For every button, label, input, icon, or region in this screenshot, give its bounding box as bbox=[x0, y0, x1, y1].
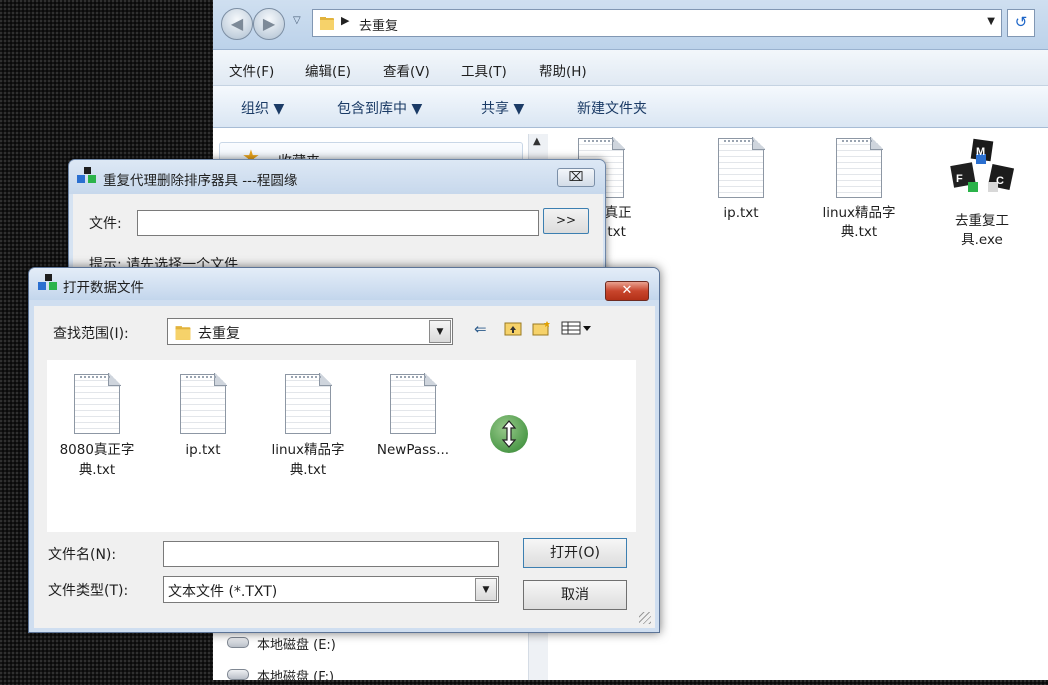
text-file-icon bbox=[180, 373, 227, 434]
dialog-file-newpass[interactable]: NewPass... bbox=[363, 373, 463, 460]
dialog-file-8080[interactable]: 8080真正字 典.txt bbox=[47, 373, 147, 480]
menu-file[interactable]: 文件(F) bbox=[229, 60, 274, 80]
file-caption-line: 典.txt bbox=[289, 462, 327, 478]
include-in-library-button[interactable]: 包含到库中 ▼ bbox=[337, 98, 422, 118]
file-caption-line: 典.txt bbox=[78, 462, 116, 478]
file-caption-line: 具.exe bbox=[961, 232, 1003, 248]
folder-icon bbox=[320, 17, 334, 30]
close-button[interactable]: ✕ bbox=[605, 281, 649, 301]
file-item-linux[interactable]: linux精品字 典.txt bbox=[809, 137, 909, 242]
file-caption-line: ip.txt bbox=[723, 205, 759, 221]
file-caption-line: linux精品字 bbox=[822, 205, 896, 221]
menu-bar: 文件(F) 编辑(E) 查看(V) 工具(T) 帮助(H) bbox=[213, 50, 1048, 86]
forward-button[interactable]: ▶ bbox=[253, 8, 285, 40]
back-button[interactable]: ◀ bbox=[221, 8, 253, 40]
file-caption-line: 8080真正字 bbox=[59, 442, 135, 458]
text-file-icon bbox=[285, 373, 332, 434]
organize-button[interactable]: 组织 ▼ bbox=[241, 98, 284, 118]
hard-drive-icon bbox=[227, 637, 249, 648]
new-folder-button[interactable]: 新建文件夹 bbox=[577, 98, 647, 118]
address-dropdown-icon[interactable]: ▼ bbox=[987, 16, 995, 27]
file-caption: linux精品字 典.txt bbox=[809, 204, 909, 242]
dialog-title: 打开数据文件 bbox=[63, 280, 144, 296]
filetype-value: 文本文件 (*.TXT) bbox=[168, 584, 278, 600]
file-caption: NewPass... bbox=[363, 440, 463, 460]
dialog-titlebar[interactable]: 重复代理删除排序器具 ---程圆缘 ⌧ bbox=[69, 160, 605, 194]
file-caption-line: 典.txt bbox=[840, 224, 878, 240]
app-icon bbox=[77, 167, 96, 183]
dialog-file-linux[interactable]: linux精品字 典.txt bbox=[258, 373, 358, 480]
filetype-select[interactable]: 文本文件 (*.TXT) ▼ bbox=[163, 576, 499, 603]
file-item-ip[interactable]: ip.txt bbox=[691, 137, 791, 223]
dialog-title: 重复代理删除排序器具 ---程圆缘 bbox=[103, 173, 298, 189]
menu-view[interactable]: 查看(V) bbox=[383, 60, 430, 80]
svg-text:C: C bbox=[996, 175, 1004, 187]
menu-help[interactable]: 帮助(H) bbox=[539, 60, 587, 80]
breadcrumb-separator-icon: ▶ bbox=[341, 14, 350, 27]
up-folder-icon[interactable] bbox=[504, 320, 522, 340]
close-button[interactable]: ⌧ bbox=[557, 168, 595, 187]
file-caption-line: ip.txt bbox=[185, 442, 221, 458]
file-caption: 去重复工具.exe bbox=[932, 212, 1032, 250]
new-folder-icon[interactable] bbox=[532, 320, 552, 340]
dialog-titlebar[interactable]: 打开数据文件 ✕ bbox=[29, 268, 659, 301]
recent-pages-dropdown-icon[interactable]: ▽ bbox=[293, 15, 301, 26]
file-caption: linux精品字 典.txt bbox=[258, 440, 358, 480]
explorer-address-bar-area: ◀ ▶ ▽ ▶ 去重复 ▼ ↺ bbox=[213, 0, 1048, 50]
scroll-up-icon[interactable]: ▲ bbox=[533, 136, 541, 147]
cancel-button[interactable]: 取消 bbox=[523, 580, 627, 610]
text-file-icon bbox=[836, 137, 883, 198]
look-in-label: 查找范围(I): bbox=[53, 326, 129, 342]
svg-text:F: F bbox=[956, 173, 963, 185]
filename-label: 文件名(N): bbox=[48, 547, 117, 563]
view-menu-icon[interactable] bbox=[561, 320, 593, 340]
address-path: 去重复 bbox=[359, 19, 399, 34]
address-bar[interactable]: ▶ 去重复 ▼ bbox=[312, 9, 1002, 37]
chevron-down-icon[interactable]: ▼ bbox=[429, 320, 451, 343]
file-path-input[interactable] bbox=[137, 210, 539, 236]
share-button[interactable]: 共享 ▼ bbox=[481, 98, 524, 118]
open-file-dialog: 打开数据文件 ✕ 查找范围(I): 去重复 ▼ ⇐ 8080真正字典.txt bbox=[28, 267, 660, 633]
text-file-icon bbox=[390, 373, 437, 434]
back-arrow-icon[interactable]: ⇐ bbox=[474, 320, 487, 338]
file-caption: 8080真正字典.txt bbox=[47, 440, 147, 480]
file-item-dedup-exe[interactable]: M F C 去重复工具.exe bbox=[932, 138, 1032, 250]
drive-f-label: 本地磁盘 (F:) bbox=[257, 670, 335, 685]
menu-edit[interactable]: 编辑(E) bbox=[305, 60, 351, 80]
dialog-file-ip[interactable]: ip.txt bbox=[153, 373, 253, 460]
file-label: 文件: bbox=[89, 216, 122, 232]
drive-e-label: 本地磁盘 (E:) bbox=[257, 638, 336, 653]
file-caption-line: linux精品字 bbox=[271, 442, 345, 458]
look-in-value: 去重复 bbox=[198, 326, 240, 342]
hard-drive-icon bbox=[227, 669, 249, 680]
folder-icon bbox=[175, 326, 191, 340]
file-caption: ip.txt bbox=[691, 204, 791, 223]
dialog-body: 查找范围(I): 去重复 ▼ ⇐ 8080真正字 典.txt ip.txt li… bbox=[34, 306, 655, 628]
browse-button[interactable]: >> bbox=[543, 208, 589, 234]
resize-cursor-icon bbox=[490, 415, 528, 453]
resize-grip-icon[interactable] bbox=[639, 612, 651, 624]
command-bar: 组织 ▼ 包含到库中 ▼ 共享 ▼ 新建文件夹 bbox=[213, 86, 1048, 128]
refresh-button[interactable]: ↺ bbox=[1007, 9, 1035, 37]
file-caption-line: NewPass... bbox=[376, 442, 450, 458]
text-file-icon bbox=[74, 373, 121, 434]
mfc-app-icon: M F C bbox=[950, 138, 1015, 192]
menu-tools[interactable]: 工具(T) bbox=[461, 60, 507, 80]
filename-input[interactable] bbox=[163, 541, 499, 567]
text-file-icon bbox=[718, 137, 765, 198]
file-caption: ip.txt bbox=[153, 440, 253, 460]
app-icon bbox=[38, 274, 57, 290]
look-in-select[interactable]: 去重复 ▼ bbox=[167, 318, 453, 345]
chevron-down-icon[interactable]: ▼ bbox=[475, 578, 497, 601]
filetype-label: 文件类型(T): bbox=[48, 583, 129, 599]
nav-item-drive-f[interactable]: 本地磁盘 (F:) bbox=[227, 666, 335, 685]
dialog-file-list: 8080真正字 典.txt ip.txt linux精品字 典.txt NewPas… bbox=[47, 360, 636, 532]
dedup-tool-dialog: 重复代理删除排序器具 ---程圆缘 ⌧ 文件: >> 提示: 请先选择一个文件 bbox=[68, 159, 606, 279]
nav-item-drive-e[interactable]: 本地磁盘 (E:) bbox=[227, 634, 336, 653]
open-button[interactable]: 打开(O) bbox=[523, 538, 627, 568]
svg-text:M: M bbox=[976, 146, 985, 158]
file-caption-line: 去重复工 bbox=[955, 213, 1009, 229]
